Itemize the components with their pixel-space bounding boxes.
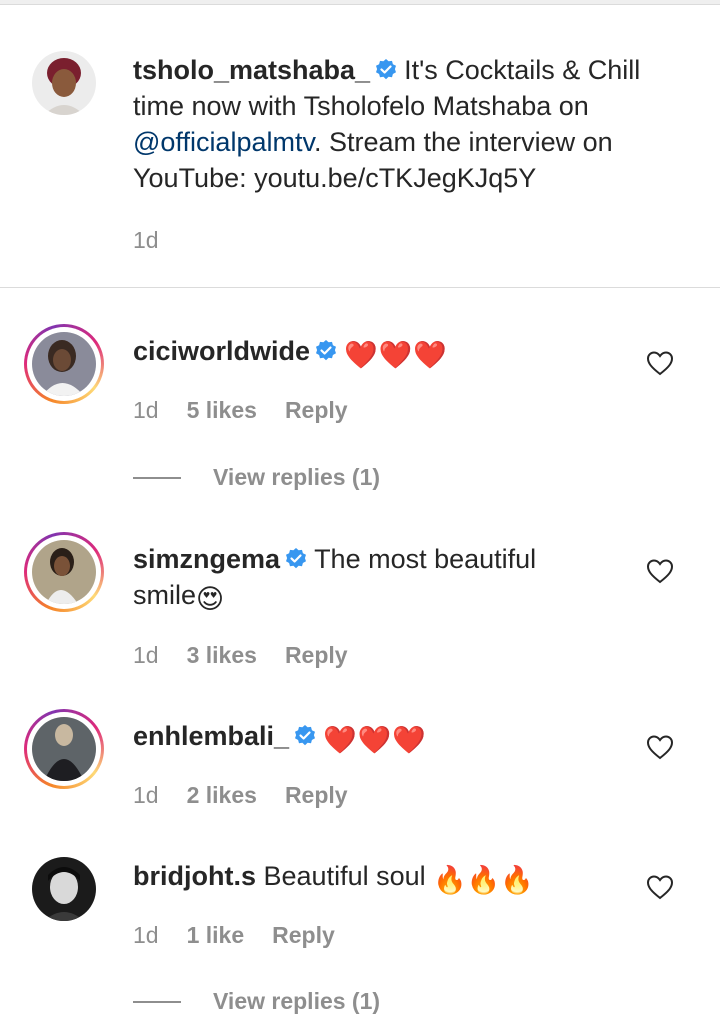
comment-meta: 1d 5 likes Reply [133,397,348,424]
avatar-enhlembali [32,717,96,781]
comment-username[interactable]: simzngema [133,544,280,574]
hearts-emoji: ❤️❤️❤️ [344,340,448,370]
reply-button[interactable]: Reply [285,642,348,669]
fire-emoji: 🔥🔥🔥 [433,865,534,895]
comment-text: bridjoht.s Beautiful soul 🔥🔥🔥 [133,858,534,898]
avatar-bridjoht[interactable] [32,857,96,921]
comment-time: 1d [133,782,159,808]
view-replies-button[interactable]: View replies (1) [133,464,380,491]
story-ring[interactable] [24,709,104,789]
post-caption: tsholo_matshaba_ It's Cocktails & Chill t… [0,5,720,288]
caption-line3: . Stream the interview on [313,127,613,157]
comment-text: ciciworldwide ❤️❤️❤️ [133,333,448,373]
view-replies-button[interactable]: View replies (1) [133,988,380,1015]
view-replies-label: View replies (1) [213,464,381,490]
verified-badge-icon [284,544,308,569]
verified-badge-icon [314,336,338,361]
like-heart-icon[interactable] [646,874,674,900]
comment-body: Beautiful soul [263,861,426,891]
comment-text: enhlembali_ ❤️❤️❤️ [133,718,427,758]
replies-divider [133,1000,181,1003]
comment-username[interactable]: bridjoht.s [133,861,256,891]
likes-count[interactable]: 5 likes [187,397,257,424]
caption-line4: YouTube: youtu.be/cTKJegKJq5Y [133,163,537,193]
story-ring[interactable] [24,324,104,404]
mention-link[interactable]: @officialpalmtv [133,127,314,157]
caption-time: 1d [133,227,159,253]
comment-time: 1d [133,642,159,668]
likes-count[interactable]: 1 like [187,922,245,949]
caption-line2: time now with Tsholofelo Matshaba on [133,91,589,121]
heart-eyes-emoji: 😍 [196,584,225,614]
like-heart-icon[interactable] [646,350,674,376]
comment-time: 1d [133,397,159,423]
avatar-simzngema [32,540,96,604]
replies-divider [133,476,181,479]
caption-line1: It's Cocktails & Chill [404,55,641,85]
verified-badge-icon [293,721,317,746]
likes-count[interactable]: 3 likes [187,642,257,669]
comment-username[interactable]: enhlembali_ [133,721,289,751]
caption-meta: 1d [133,227,159,254]
story-ring[interactable] [24,532,104,612]
comment-username[interactable]: ciciworldwide [133,336,310,366]
comment-meta: 1d 1 like Reply [133,922,335,949]
comment-meta: 1d 2 likes Reply [133,782,348,809]
comment-body-line2: smile [133,580,197,610]
reply-button[interactable]: Reply [285,782,348,809]
reply-button[interactable]: Reply [272,922,335,949]
reply-button[interactable]: Reply [285,397,348,424]
like-heart-icon[interactable] [646,734,674,760]
view-replies-label: View replies (1) [213,988,381,1014]
like-heart-icon[interactable] [646,558,674,584]
avatar-tsholo[interactable] [32,51,96,115]
comment-body-line1: The most beautiful [314,544,537,574]
comment-text: simzngema The most beautiful smile😍 [133,541,536,617]
avatar-ciciworldwide [32,332,96,396]
caption-text: tsholo_matshaba_ It's Cocktails & Chill t… [133,52,693,196]
comment-time: 1d [133,922,159,948]
caption-username[interactable]: tsholo_matshaba_ [133,55,370,85]
comment-meta: 1d 3 likes Reply [133,642,348,669]
likes-count[interactable]: 2 likes [187,782,257,809]
hearts-emoji: ❤️❤️❤️ [323,725,427,755]
verified-badge-icon [374,55,398,80]
